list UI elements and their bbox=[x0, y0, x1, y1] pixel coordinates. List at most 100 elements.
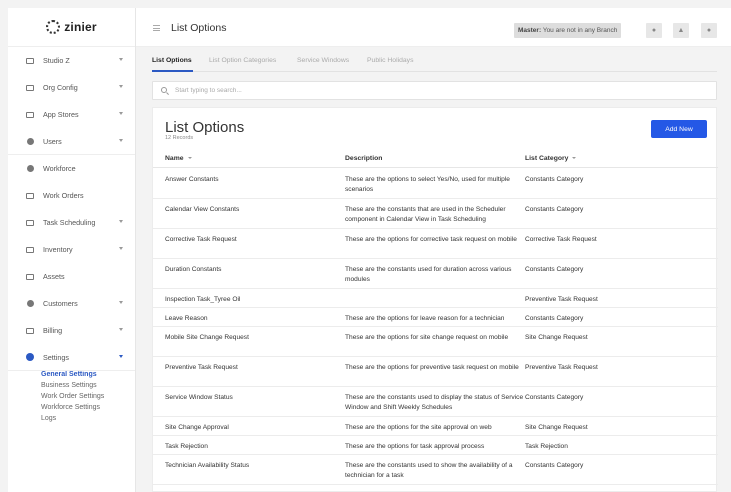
assets-icon bbox=[26, 273, 34, 281]
page-title: List Options bbox=[171, 22, 227, 34]
tab-public-holidays[interactable]: Public Holidays bbox=[367, 57, 413, 64]
table-row[interactable]: Service Window Status These are the const… bbox=[153, 387, 718, 417]
cell-list-category: Constants Category bbox=[525, 394, 584, 401]
gear-icon bbox=[26, 353, 34, 361]
chevron-down-icon bbox=[119, 220, 123, 223]
active-tab-indicator bbox=[152, 70, 193, 72]
settings-sub-item[interactable]: Business Settings bbox=[41, 380, 135, 391]
cell-list-category: Corrective Task Request bbox=[525, 236, 597, 243]
table-row[interactable]: Site Change Approval These are the option… bbox=[153, 417, 718, 436]
cell-list-category: Preventive Task Request bbox=[525, 296, 598, 303]
profile-button[interactable]: ● bbox=[701, 23, 717, 38]
search-bar bbox=[152, 81, 717, 100]
cell-description: These are the options for the site appro… bbox=[345, 424, 492, 431]
sidebar-item-1[interactable]: Org Config bbox=[8, 74, 135, 101]
store-icon bbox=[26, 111, 34, 119]
sidebar-item-3[interactable]: Users bbox=[8, 128, 135, 155]
sidebar-item-label: Customers bbox=[43, 299, 78, 308]
cell-list-category: Site Change Request bbox=[525, 334, 588, 341]
sidebar: zinier Studio Z Org Config App Stores Users… bbox=[8, 8, 136, 492]
sidebar-item-label: Org Config bbox=[43, 83, 78, 92]
cell-name: Calendar View Constants bbox=[165, 206, 240, 213]
table-row[interactable]: Answer Constants These are the options to… bbox=[153, 169, 718, 199]
column-header-name-label: Name bbox=[165, 155, 184, 162]
record-count: 12 Records bbox=[165, 135, 194, 141]
chevron-down-icon bbox=[119, 58, 123, 61]
table-row[interactable]: Duration Constants These are the constant… bbox=[153, 259, 718, 289]
table-header: Name Description List Category bbox=[153, 150, 718, 168]
truck-icon bbox=[26, 219, 34, 227]
location-pin-icon: ● bbox=[651, 27, 657, 34]
menu-icon[interactable] bbox=[153, 25, 160, 33]
tab-list-options[interactable]: List Options bbox=[152, 57, 192, 64]
settings-sub-item[interactable]: Work Order Settings bbox=[41, 391, 135, 402]
cell-name: Service Window Status bbox=[165, 394, 233, 401]
customers-icon bbox=[26, 300, 34, 308]
sidebar-item-4[interactable]: Workforce bbox=[8, 155, 135, 182]
work-orders-icon bbox=[26, 192, 34, 200]
cell-name: Answer Constants bbox=[165, 176, 219, 183]
sidebar-item-10[interactable]: Billing bbox=[8, 317, 135, 344]
table-row[interactable]: Task Rejection These are the options for … bbox=[153, 436, 718, 455]
tab-bar: List Options List Option Categories Serv… bbox=[152, 48, 717, 72]
table-row[interactable]: Inspection Task_Tyree Oil Preventive Task… bbox=[153, 289, 718, 308]
search-input[interactable] bbox=[175, 84, 695, 97]
sidebar-item-0[interactable]: Studio Z bbox=[8, 47, 135, 74]
bell-icon: ▲ bbox=[677, 27, 685, 34]
chevron-down-icon bbox=[119, 328, 123, 331]
cell-description: These are the constants used for duratio… bbox=[345, 266, 512, 283]
settings-sub-item[interactable]: Logs bbox=[41, 413, 135, 424]
location-button[interactable]: ● bbox=[646, 23, 662, 38]
branch-label: Master: bbox=[518, 27, 542, 34]
cell-list-category: Constants Category bbox=[525, 266, 584, 273]
workforce-icon bbox=[26, 165, 34, 173]
sidebar-item-5[interactable]: Work Orders bbox=[8, 182, 135, 209]
sidebar-item-7[interactable]: Inventory bbox=[8, 236, 135, 263]
sidebar-item-9[interactable]: Customers bbox=[8, 290, 135, 317]
settings-submenu: General Settings Business Settings Work Or… bbox=[8, 369, 135, 424]
cell-name: Corrective Task Request bbox=[165, 236, 237, 243]
org-config-icon bbox=[26, 84, 34, 92]
cell-list-category: Constants Category bbox=[525, 315, 584, 322]
sidebar-item-label: App Stores bbox=[43, 110, 79, 119]
table-row[interactable]: Calendar View Constants These are the con… bbox=[153, 199, 718, 229]
cell-list-category: Constants Category bbox=[525, 176, 584, 183]
cell-name: Technician Availability Status bbox=[165, 462, 250, 469]
sidebar-item-label: Inventory bbox=[43, 245, 73, 254]
cell-name: Preventive Task Request bbox=[165, 364, 238, 371]
column-header-list-category[interactable]: List Category bbox=[525, 155, 710, 162]
search-icon bbox=[161, 87, 167, 93]
cell-description: These are the constants used to show the… bbox=[345, 462, 513, 479]
cell-list-category: Preventive Task Request bbox=[525, 364, 598, 371]
cell-description: These are the options for leave reason f… bbox=[345, 315, 505, 322]
sidebar-item-label: Assets bbox=[43, 272, 65, 281]
notifications-button[interactable]: ▲ bbox=[673, 23, 689, 38]
tab-list-option-categories[interactable]: List Option Categories bbox=[209, 57, 276, 64]
tab-service-windows[interactable]: Service Windows bbox=[297, 57, 349, 64]
column-header-name[interactable]: Name bbox=[165, 155, 340, 162]
table-row[interactable]: Technician Availability Status These are … bbox=[153, 455, 718, 485]
add-new-button[interactable]: Add New bbox=[651, 120, 707, 138]
logo[interactable]: zinier bbox=[8, 8, 135, 47]
table-row[interactable]: Mobile Site Change Request These are the … bbox=[153, 327, 718, 357]
sidebar-item-label: Task Scheduling bbox=[43, 218, 96, 227]
cell-list-category: Site Change Request bbox=[525, 424, 588, 431]
sidebar-item-11[interactable]: Settings bbox=[8, 344, 135, 371]
cell-name: Duration Constants bbox=[165, 266, 222, 273]
sidebar-item-2[interactable]: App Stores bbox=[8, 101, 135, 128]
billing-icon bbox=[26, 327, 34, 335]
cell-name: Site Change Approval bbox=[165, 424, 229, 431]
settings-sub-item[interactable]: Workforce Settings bbox=[41, 402, 135, 413]
chevron-down-icon bbox=[119, 112, 123, 115]
cell-description: These are the options for site change re… bbox=[345, 334, 509, 341]
logo-text: zinier bbox=[64, 20, 97, 34]
sidebar-item-label: Workforce bbox=[43, 164, 76, 173]
table-row[interactable]: Corrective Task Request These are the opt… bbox=[153, 229, 718, 259]
cell-description: These are the options to select Yes/No, … bbox=[345, 176, 510, 193]
sidebar-item-6[interactable]: Task Scheduling bbox=[8, 209, 135, 236]
table-row[interactable]: Leave Reason These are the options for le… bbox=[153, 308, 718, 327]
sidebar-item-8[interactable]: Assets bbox=[8, 263, 135, 290]
cell-name: Inspection Task_Tyree Oil bbox=[165, 296, 241, 303]
table-row[interactable]: Preventive Task Request These are the opt… bbox=[153, 357, 718, 387]
branch-indicator[interactable]: Master: You are not in any Branch bbox=[514, 23, 622, 38]
